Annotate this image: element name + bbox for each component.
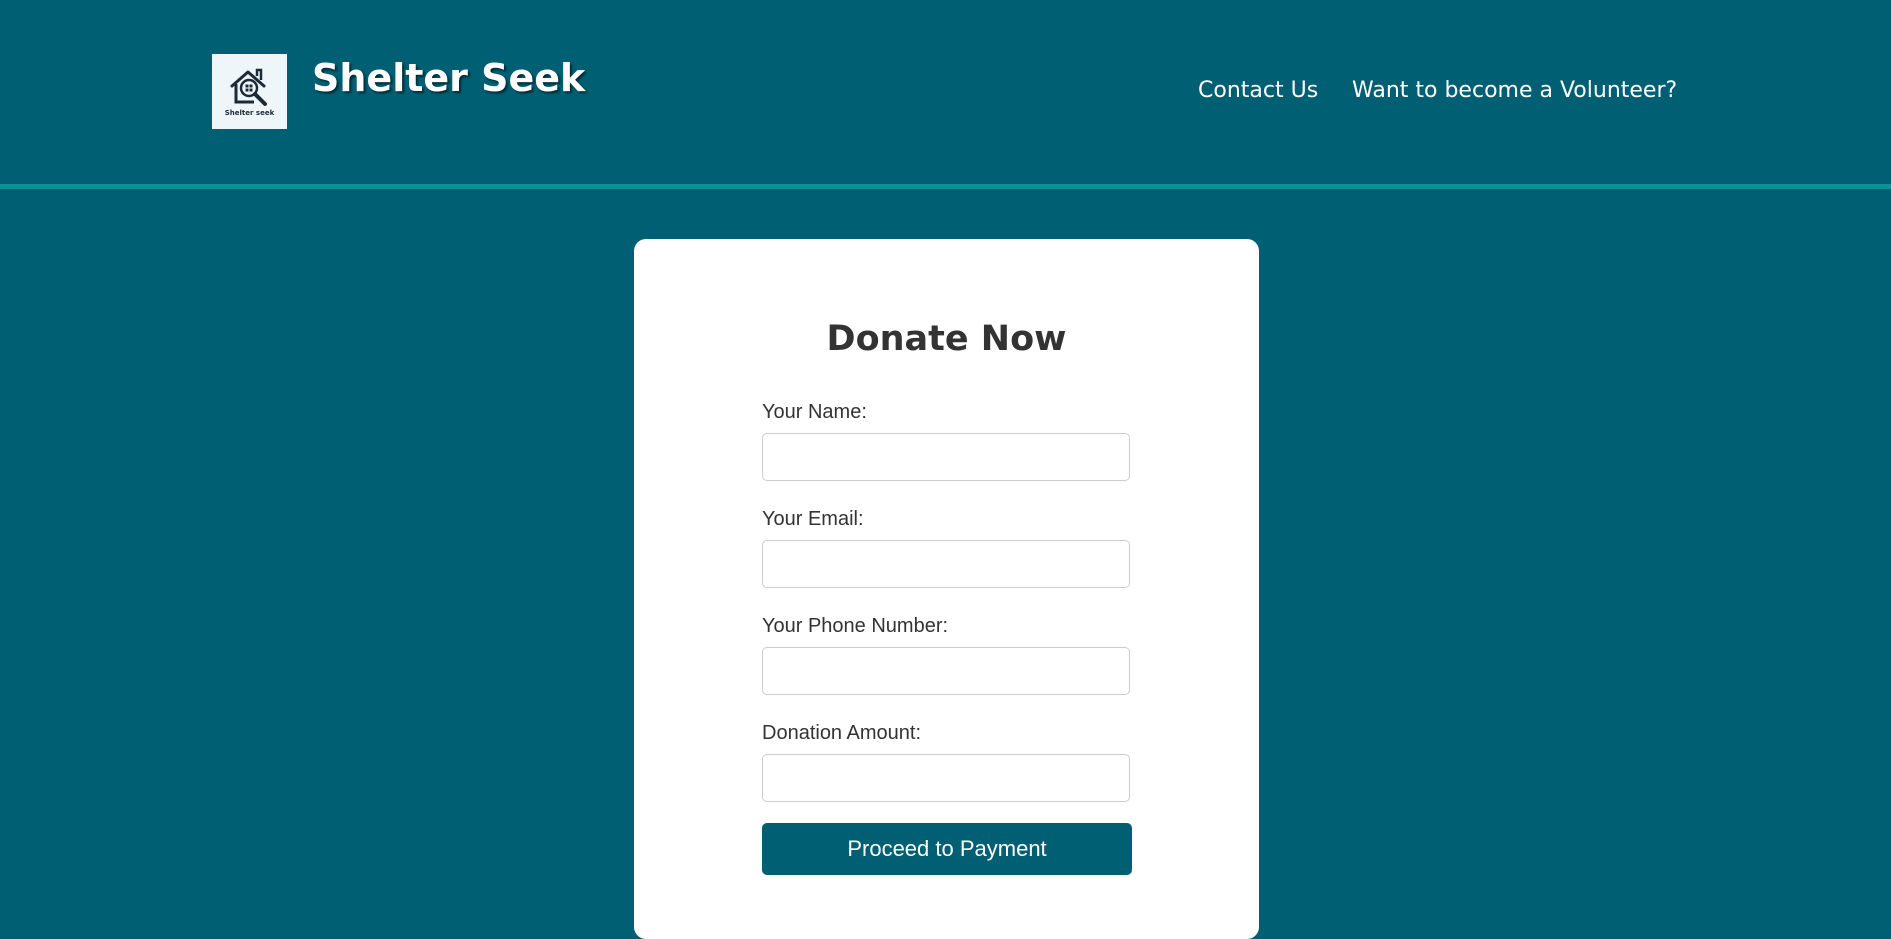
nav-volunteer-link[interactable]: Want to become a Volunteer? <box>1352 78 1677 103</box>
form-title: Donate Now <box>826 319 1067 359</box>
proceed-to-payment-button[interactable]: Proceed to Payment <box>762 823 1132 875</box>
email-input[interactable] <box>762 540 1130 588</box>
amount-input[interactable] <box>762 754 1130 802</box>
nav-contact-link[interactable]: Contact Us <box>1198 78 1318 103</box>
phone-label: Your Phone Number: <box>762 615 949 637</box>
name-input[interactable] <box>762 433 1130 481</box>
email-label: Your Email: <box>762 508 864 530</box>
donation-form-card: Donate Now Your Name: Your Email: Your P… <box>634 239 1259 939</box>
site-header: Shelter seek Shelter Seek Contact Us Wan… <box>0 0 1891 189</box>
amount-label: Donation Amount: <box>762 722 921 744</box>
house-search-icon <box>230 68 267 106</box>
logo[interactable]: Shelter seek <box>212 54 287 129</box>
logo-text: Shelter seek <box>224 109 275 117</box>
name-label: Your Name: <box>762 401 867 423</box>
brand-title[interactable]: Shelter Seek <box>312 56 585 100</box>
phone-input[interactable] <box>762 647 1130 695</box>
